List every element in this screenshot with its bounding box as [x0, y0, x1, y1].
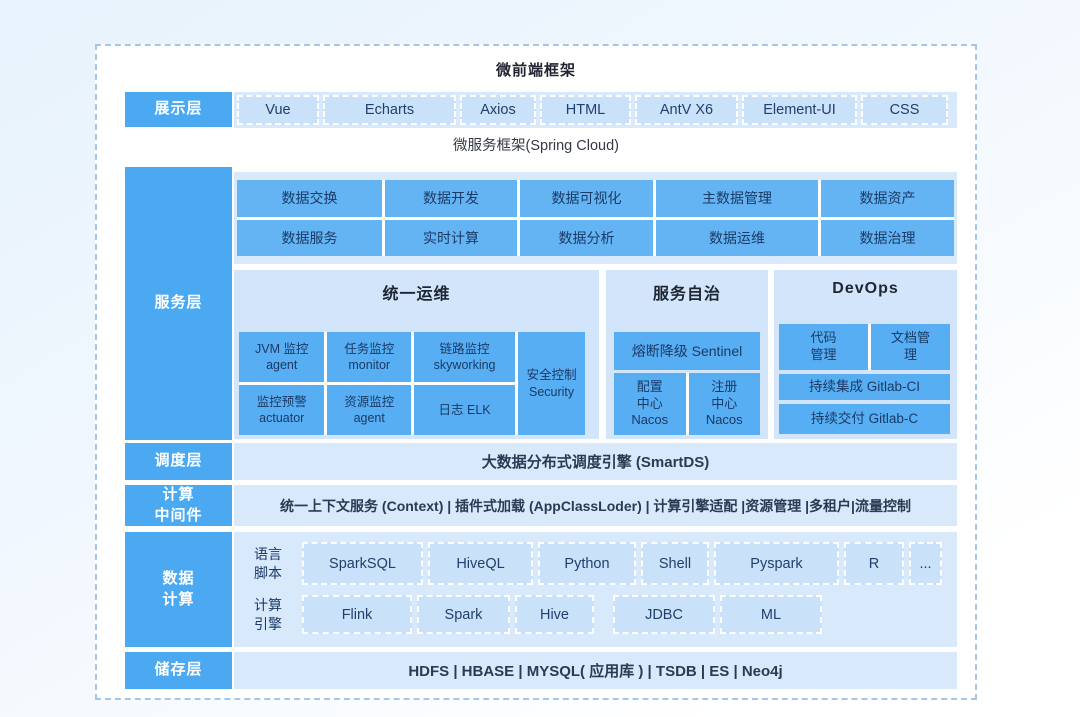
autonomy-grid: 配置 中心 Nacos 注册 中心 Nacos — [614, 373, 760, 435]
devops-top-row: 代码 管理 文档管 理 — [779, 324, 950, 370]
ops-cell-jvm-monitor: JVM 监控 agent — [239, 332, 324, 382]
architecture-diagram-frame: 微前端框架 展示层 Vue Echarts Axios HTML AntV X6… — [95, 44, 977, 700]
item-flink: Flink — [302, 595, 412, 634]
item-spark: Spark — [417, 595, 510, 634]
grid-cell-data-governance: 数据治理 — [821, 220, 954, 257]
ops-cell-alert-actuator: 监控预警 actuator — [239, 385, 324, 435]
panel-devops: DevOps 代码 管理 文档管 理 持续集成 Gitlab-CI 持续交付 G… — [774, 270, 957, 439]
script-language-label: 语言 脚本 — [234, 542, 302, 585]
item-shell: Shell — [641, 542, 709, 585]
compute-middleware-bar: 统一上下文服务 (Context) | 插件式加载 (AppClassLoder… — [234, 485, 957, 526]
autonomy-cell-config-center: 配置 中心 Nacos — [614, 373, 686, 435]
ops-cell-task-monitor: 任务监控 monitor — [327, 332, 411, 382]
service-capability-grid: 数据交换 数据开发 数据可视化 主数据管理 数据资产 数据服务 实时计算 数据分… — [234, 172, 957, 264]
ops-cell-trace-monitor: 链路监控 skyworking — [414, 332, 515, 382]
item-axios: Axios — [460, 95, 536, 125]
item-hiveql: HiveQL — [428, 542, 533, 585]
grid-cell-data-exchange: 数据交换 — [237, 180, 382, 217]
label-data-compute-layer: 数据 计算 — [125, 532, 232, 647]
item-element-ui: Element-UI — [742, 95, 857, 125]
panel-unified-operations: 统一运维 JVM 监控 agent 任务监控 monitor 链路监控 skyw… — [234, 270, 599, 439]
grid-cell-data-develop: 数据开发 — [385, 180, 517, 217]
label-service-layer: 服务层 — [125, 167, 232, 440]
panel-title-unified-operations: 统一运维 — [234, 280, 599, 304]
item-hive: Hive — [515, 595, 594, 634]
presentation-layer-row: Vue Echarts Axios HTML AntV X6 Element-U… — [234, 92, 957, 128]
grid-cell-realtime-compute: 实时计算 — [385, 220, 517, 257]
scheduling-engine-bar: 大数据分布式调度引擎 (SmartDS) — [234, 443, 957, 480]
item-css: CSS — [861, 95, 948, 125]
panel-title-devops: DevOps — [774, 280, 957, 298]
grid-cell-data-ops: 数据运维 — [656, 220, 818, 257]
item-vue: Vue — [237, 95, 319, 125]
item-jdbc: JDBC — [613, 595, 715, 634]
devops-cell-code-mgmt: 代码 管理 — [779, 324, 868, 370]
label-compute-middleware: 计算 中间件 — [125, 485, 232, 526]
devops-bar-ci: 持续集成 Gitlab-CI — [779, 374, 950, 400]
item-python: Python — [538, 542, 636, 585]
label-scheduling-layer: 调度层 — [125, 443, 232, 480]
item-antv-x6: AntV X6 — [635, 95, 738, 125]
compute-engine-label: 计算 引擎 — [234, 595, 302, 634]
item-pyspark: Pyspark — [714, 542, 839, 585]
compute-engine-boxes: Flink Spark Hive JDBC ML — [302, 595, 951, 634]
ops-cell-resource-monitor: 资源监控 agent — [327, 385, 411, 435]
autonomy-cell-sentinel: 熔断降级 Sentinel — [614, 332, 760, 370]
unified-operations-grid: JVM 监控 agent 任务监控 monitor 链路监控 skyworkin… — [239, 332, 585, 435]
item-html: HTML — [540, 95, 631, 125]
grid-cell-data-service: 数据服务 — [237, 220, 382, 257]
label-presentation-layer: 展示层 — [125, 92, 232, 127]
item-sparksql: SparkSQL — [302, 542, 423, 585]
ops-cell-security: 安全控制 Security — [518, 332, 585, 435]
storage-technologies-bar: HDFS | HBASE | MYSQL( 应用库 ) | TSDB | ES … — [234, 652, 957, 689]
ops-cell-log-elk: 日志 ELK — [414, 385, 515, 435]
item-ellipsis: ... — [909, 542, 942, 585]
grid-cell-data-analysis: 数据分析 — [520, 220, 653, 257]
grid-cell-data-visualization: 数据可视化 — [520, 180, 653, 217]
data-compute-row: 语言 脚本 SparkSQL HiveQL Python Shell Pyspa… — [234, 532, 957, 647]
script-language-boxes: SparkSQL HiveQL Python Shell Pyspark R .… — [302, 542, 951, 585]
autonomy-cell-registry-center: 注册 中心 Nacos — [689, 373, 761, 435]
item-ml: ML — [720, 595, 822, 634]
grid-cell-master-data: 主数据管理 — [656, 180, 818, 217]
panel-title-service-autonomy: 服务自治 — [606, 280, 768, 304]
panel-service-autonomy: 服务自治 熔断降级 Sentinel 配置 中心 Nacos 注册 中心 Nac… — [606, 270, 768, 439]
devops-cell-doc-mgmt: 文档管 理 — [871, 324, 950, 370]
devops-bar-cd: 持续交付 Gitlab-C — [779, 404, 950, 434]
microservice-framework-caption: 微服务框架(Spring Cloud) — [97, 135, 975, 157]
label-storage-layer: 储存层 — [125, 652, 232, 689]
diagram-title: 微前端框架 — [97, 59, 975, 80]
item-r: R — [844, 542, 904, 585]
grid-cell-data-asset: 数据资产 — [821, 180, 954, 217]
item-echarts: Echarts — [323, 95, 456, 125]
